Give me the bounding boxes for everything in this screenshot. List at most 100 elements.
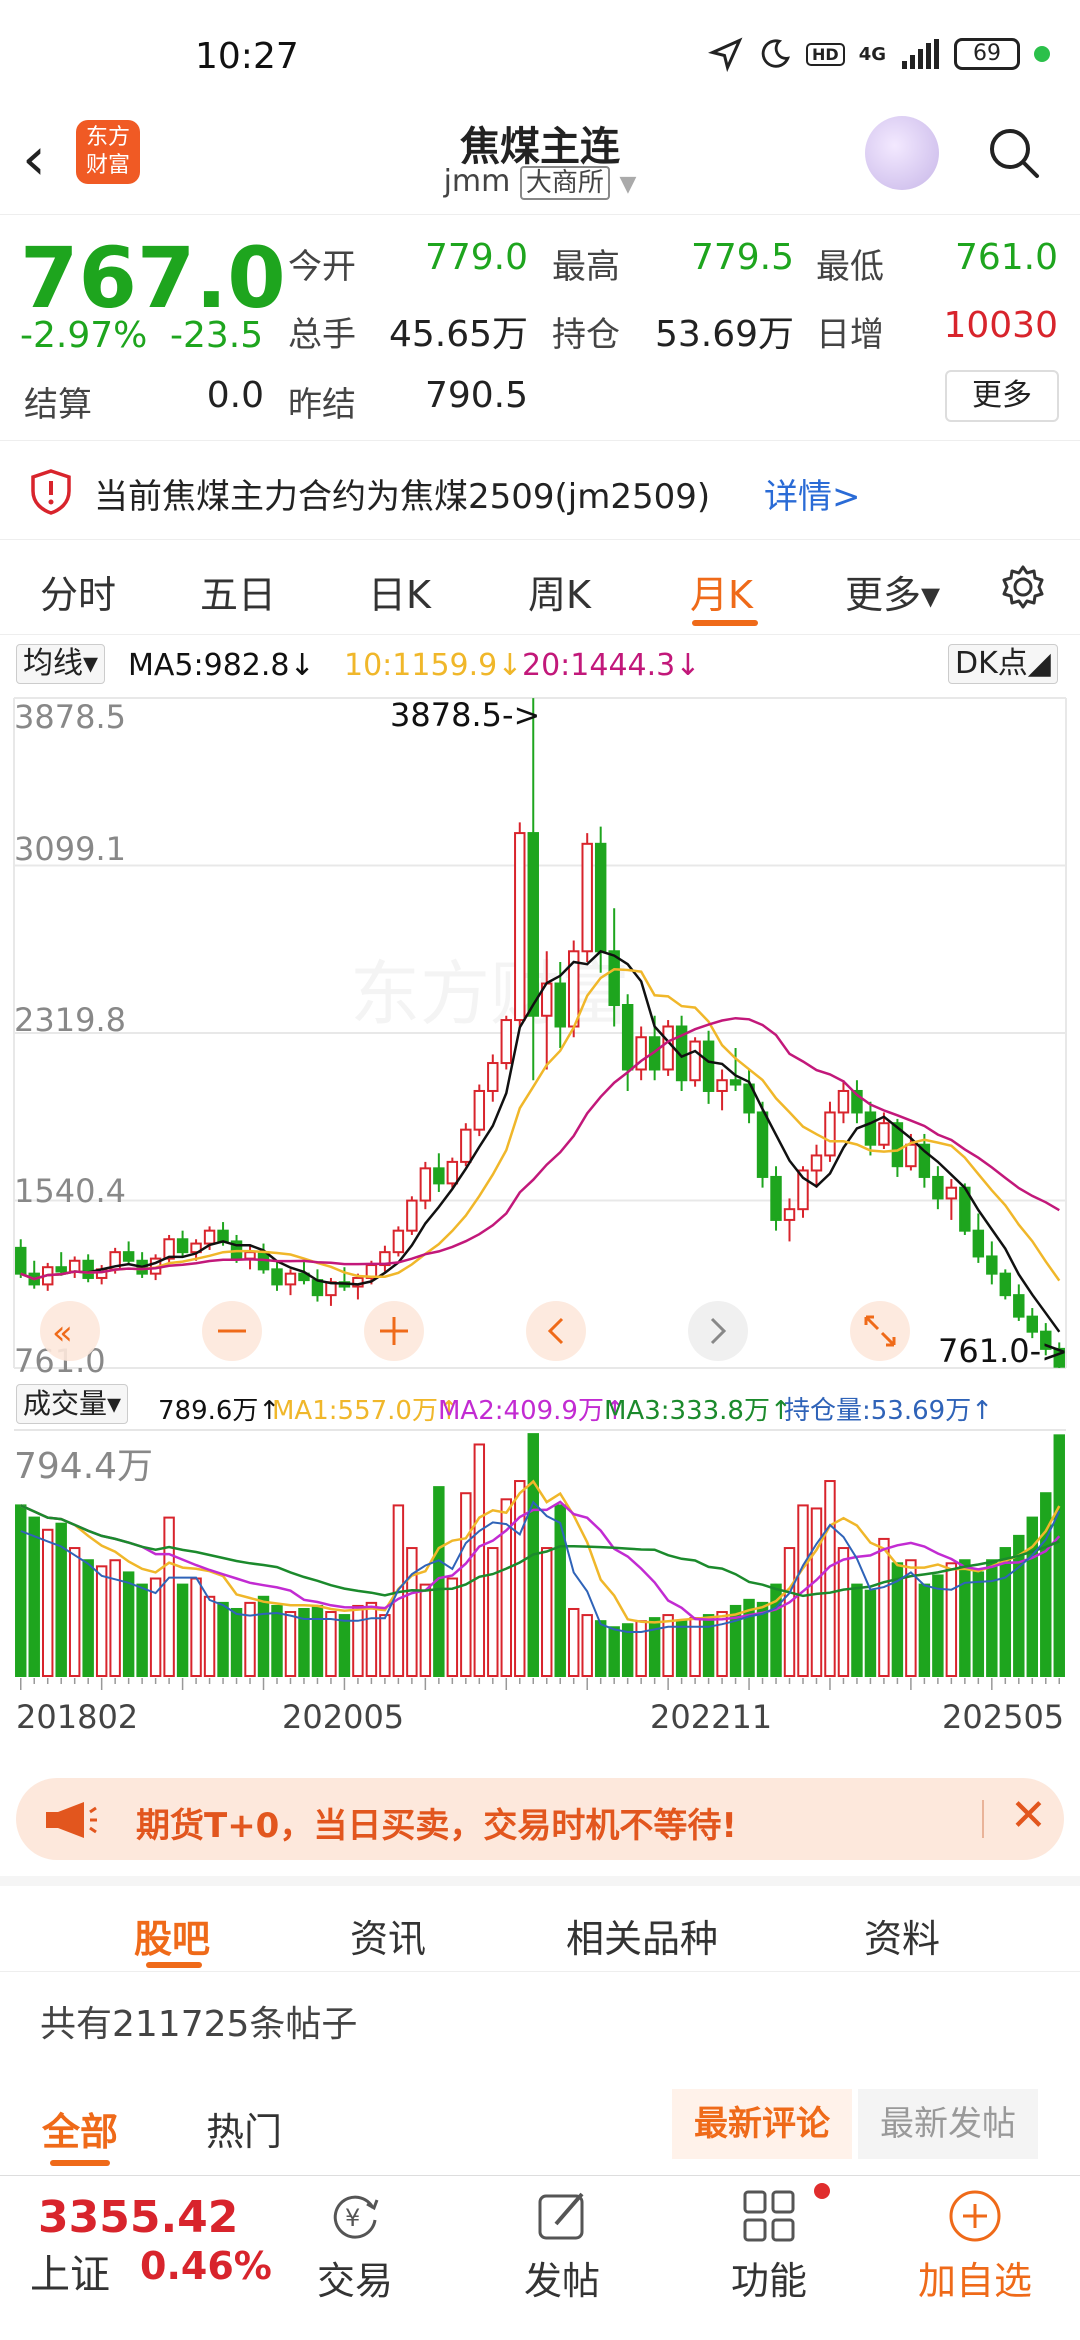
y-tick-label: 3099.1 [14,830,126,868]
fullscreen-button[interactable] [850,1301,910,1361]
dk-point-button[interactable]: DK点◢ [948,644,1058,684]
indicator-select[interactable]: 均线▾ [16,644,106,684]
volume-bar [271,1604,283,1677]
grid-apps-icon [743,2190,795,2242]
candle [446,1160,459,1185]
candle [864,1111,877,1146]
filter-all[interactable]: 全部 [42,2101,118,2156]
volume-bar [203,1595,216,1677]
volume-bar [311,1604,324,1677]
volume-bar [365,1601,378,1677]
index-name: 上证 [30,2252,110,2298]
chart-controls: « [40,1301,910,1361]
promo-banner[interactable]: 期货T+0，当日买卖，交易时机不等待! ✕ [16,1778,1064,1860]
candle [392,1229,405,1254]
nav-post[interactable]: 发帖 [487,2186,637,2305]
filter-hot[interactable]: 热门 [206,2101,282,2156]
tab-related[interactable]: 相关品种 [566,1908,718,1963]
candle [689,1040,701,1082]
y-tick-label: 2319.8 [14,1001,126,1039]
candle [999,1272,1012,1297]
vol-ma3-value: MA3:333.8万↑ [604,1396,792,1426]
notice-details-link[interactable]: 详情> [764,469,861,518]
candle [783,1208,796,1221]
candle [608,950,620,1007]
nav-functions[interactable]: 功能 [694,2186,844,2305]
volume-bar [716,1611,728,1677]
candle [284,1272,297,1286]
tab-five-day[interactable]: 五日 [200,564,276,619]
candle [1013,1294,1025,1318]
volume-bar [68,1547,81,1677]
svg-text:¥: ¥ [345,2204,360,2232]
zoom-out-button[interactable] [202,1301,262,1361]
volume-bar [217,1601,229,1677]
open-interest-legend: 持仓量:53.69万↑ [784,1396,993,1426]
x-tick-label: 202505 [942,1698,1065,1736]
volume-bar [230,1607,243,1677]
volume-bar [783,1547,796,1677]
tab-daily-k[interactable]: 日K [368,564,431,619]
volume-bar [851,1583,863,1677]
low-label: 最低 [816,247,884,287]
pan-right-button[interactable] [688,1301,748,1361]
prev-settle-value: 790.5 [424,375,528,416]
main-contract-notice[interactable]: 当前焦煤主力合约为焦煤2509(jm2509) 详情> [0,440,1080,540]
candle [500,1019,513,1065]
volume-legend: 成交量▾ 789.6万↑ MA1:557.0万↑ MA2:409.9万↑ MA3… [0,1380,1080,1428]
exchange-tag: 大商所 [519,166,610,200]
more-button[interactable]: 更多 [945,370,1059,422]
candlestick-chart[interactable]: 东方财富 3878.5 3099.1 2319.8 1540.4 761.0 3… [0,688,1080,1378]
open-label: 今开 [288,247,356,287]
tab-intraday[interactable]: 分时 [40,564,116,619]
period-tabs: 分时 五日 日K 周K 月K 更多▾ [0,540,1080,635]
sort-latest-post[interactable]: 最新发帖 [858,2089,1038,2159]
bottom-nav: 3355.42 上证 0.46% ¥ 交易 发帖 功能 加自选 [0,2175,1080,2340]
ma10-value: 10:1159.9↓ [344,648,523,683]
nav-add-watchlist[interactable]: 加自选 [900,2186,1050,2305]
tab-forum[interactable]: 股吧 [134,1908,210,1963]
tab-weekly-k[interactable]: 周K [528,564,591,619]
nav-functions-label: 功能 [730,2259,807,2303]
candle [527,832,539,1017]
sort-latest-comment[interactable]: 最新评论 [672,2089,852,2159]
pan-left-button[interactable] [526,1301,586,1361]
volume-bar [662,1614,674,1678]
volume-value: 789.6万↑ [158,1396,281,1426]
tab-monthly-k[interactable]: 月K [690,564,753,619]
candle [460,1128,472,1163]
candle [122,1251,135,1262]
chevron-down-icon: ▼ [619,172,637,197]
volume-max-label: 794.4万 [14,1446,153,1487]
settle-value: 0.0 [206,375,264,416]
active-filter-indicator [50,2160,110,2166]
yen-exchange-icon: ¥ [333,2195,379,2239]
rewind-button[interactable]: « [40,1301,100,1361]
battery-icon: 69 [954,38,1020,70]
open-interest-label: 持仓 [552,315,620,355]
volume-bar [675,1620,688,1678]
tab-more[interactable]: 更多▾ [845,564,940,619]
tab-news[interactable]: 资讯 [350,1908,426,1963]
active-tab-indicator [692,620,758,626]
x-tick-label: 202005 [282,1698,405,1736]
nav-trade[interactable]: ¥ 交易 [280,2186,430,2305]
close-icon[interactable]: ✕ [1010,1790,1047,1841]
volume-bar [136,1583,148,1677]
volume-bar [702,1614,715,1678]
high-label: 最高 [552,247,620,287]
volume-bar [122,1571,135,1677]
low-value: 761.0 [954,237,1058,278]
volume-bar [446,1577,459,1677]
ma20-line [20,1016,1060,1281]
volume-bar [567,1607,580,1677]
volume-chart[interactable]: 794.4万 [0,1428,1080,1678]
tab-profile[interactable]: 资料 [864,1908,940,1963]
candle [905,1143,917,1168]
robot-assistant-icon[interactable] [865,116,939,190]
gear-icon[interactable] [1000,564,1046,610]
volume-bar [864,1589,877,1678]
search-icon[interactable] [985,124,1041,180]
volume-indicator-select[interactable]: 成交量▾ [16,1384,129,1424]
zoom-in-button[interactable] [364,1301,424,1361]
